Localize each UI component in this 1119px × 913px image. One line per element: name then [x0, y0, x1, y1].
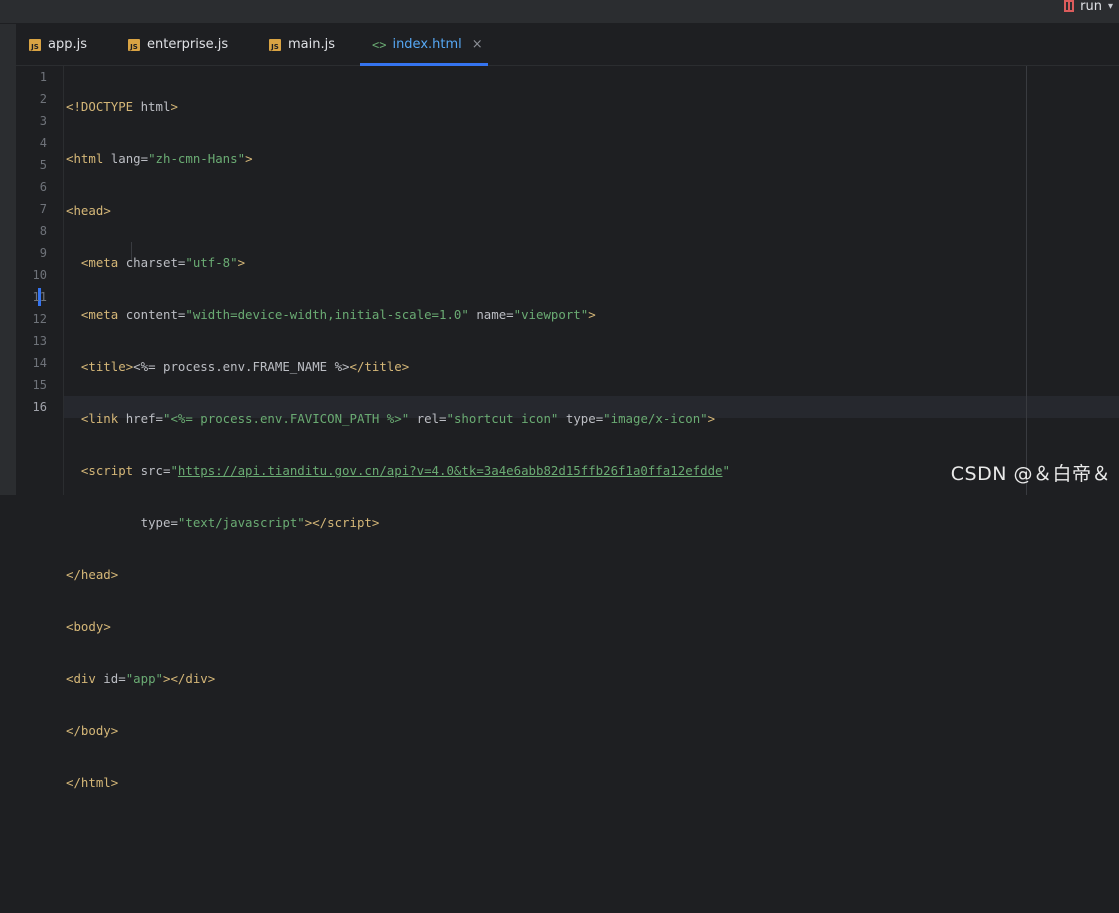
line-number: 8: [39, 224, 47, 238]
code-line-9: type="text/javascript"></script>: [140, 515, 380, 530]
code-line-5: <meta content="width=device-width,initia…: [80, 307, 596, 322]
run-configuration-button[interactable]: run ▾: [1064, 0, 1113, 16]
line-number: 9: [39, 246, 47, 260]
run-config-icon: [1064, 0, 1075, 12]
editor-tab-bar: JS app.js JS enterprise.js JS main.js <>…: [16, 24, 1119, 66]
tab-label: app.js: [48, 37, 87, 52]
code-line-1: <!DOCTYPE html>: [66, 99, 178, 114]
code-line-12: <div id="app"></div>: [66, 671, 216, 686]
line-number: 13: [32, 334, 47, 348]
tab-label: enterprise.js: [147, 37, 229, 52]
js-file-icon: JS: [128, 38, 140, 51]
close-icon[interactable]: ×: [472, 37, 483, 52]
code-line-13: </body>: [66, 723, 119, 738]
code-line-14: </html>: [66, 775, 119, 790]
csdn-watermark: CSDN @＆白帝＆: [950, 463, 1111, 485]
line-number: 11: [32, 290, 47, 304]
code-line-8: <script src="https://api.tianditu.gov.cn…: [80, 463, 730, 478]
line-number: 15: [32, 378, 47, 392]
left-tool-strip: [0, 24, 16, 495]
tab-index-html[interactable]: <> index.html ×: [360, 24, 488, 66]
run-label: run: [1080, 0, 1102, 14]
code-line-4: <meta charset="utf-8">: [80, 255, 246, 270]
line-number: 1: [39, 70, 47, 84]
code-line-3: <head>: [66, 203, 111, 218]
tab-label: index.html: [392, 37, 462, 52]
tab-main-js[interactable]: JS main.js: [269, 24, 335, 65]
top-toolbar: run ▾: [0, 0, 1119, 24]
code-line-11: <body>: [66, 619, 111, 634]
url-link[interactable]: https://api.tianditu.gov.cn/api?v=4.0&tk…: [178, 463, 723, 478]
line-number: 3: [39, 114, 47, 128]
js-file-icon: JS: [29, 38, 41, 51]
line-number-gutter: 1 2 3 4 5 6 7 8 9 10 11 12 13 14 15 16: [16, 66, 64, 495]
chevron-down-icon: ▾: [1107, 0, 1113, 12]
code-line-6: <title><%= process.env.FRAME_NAME %></ti…: [80, 359, 410, 374]
tab-enterprise-js[interactable]: JS enterprise.js: [128, 24, 228, 65]
line-number: 2: [39, 92, 47, 106]
tab-app-js[interactable]: JS app.js: [29, 24, 87, 65]
line-number: 10: [32, 268, 47, 282]
html-file-icon: <>: [372, 37, 387, 52]
line-number: 4: [39, 136, 47, 150]
code-line-2: <html lang="zh-cmn-Hans">: [66, 151, 253, 166]
line-number-current: 16: [32, 400, 47, 414]
js-file-icon: JS: [269, 38, 281, 51]
right-margin-guide: [1026, 66, 1027, 495]
line-number: 5: [39, 158, 47, 172]
line-number: 12: [32, 312, 47, 326]
tab-label: main.js: [288, 37, 335, 52]
code-line-10: </head>: [66, 567, 119, 582]
code-line-7: <link href="<%= process.env.FAVICON_PATH…: [80, 411, 716, 426]
line-number: 7: [39, 202, 47, 216]
code-editor[interactable]: <!DOCTYPE html> <html lang="zh-cmn-Hans"…: [66, 66, 730, 913]
line-number: 6: [39, 180, 47, 194]
line-number: 14: [32, 356, 47, 370]
